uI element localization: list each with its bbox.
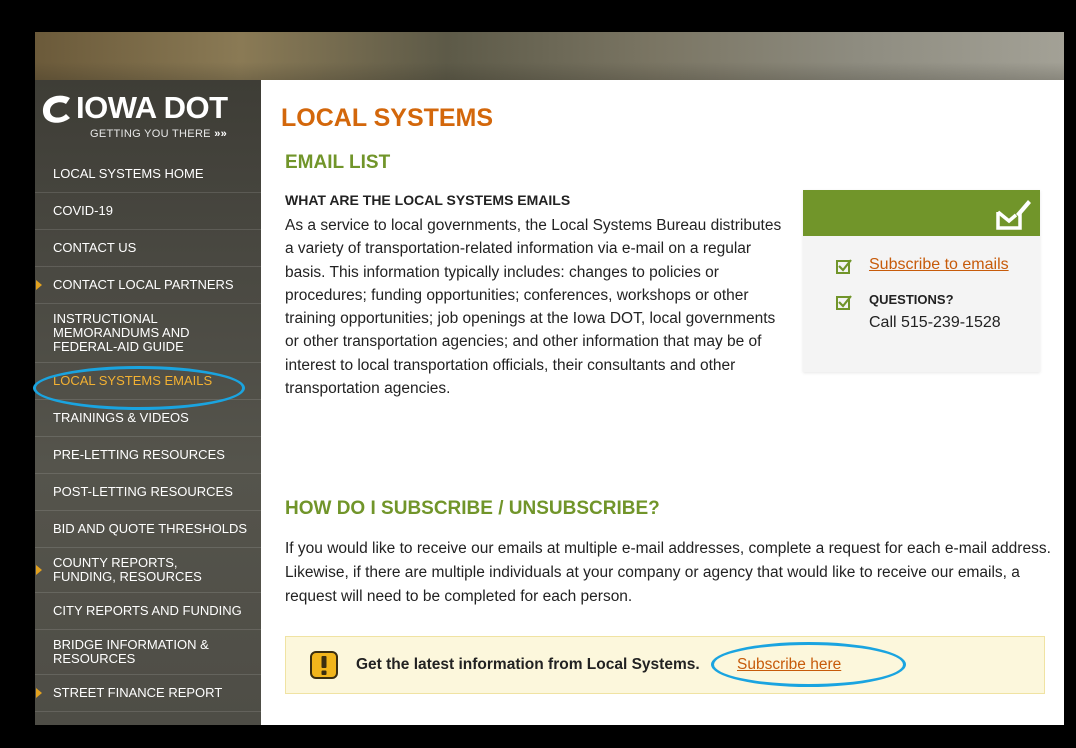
- phone-text: Call 515-239-1528: [869, 314, 1001, 331]
- subscribe-callout: Get the latest information from Local Sy…: [285, 636, 1045, 694]
- sidebar-item-contact-local-partners[interactable]: CONTACT LOCAL PARTNERS: [35, 267, 261, 304]
- logo-tagline: GETTING YOU THERE »»: [90, 128, 228, 140]
- email-edit-icon: [996, 200, 1031, 230]
- intro-paragraph: As a service to local governments, the L…: [285, 217, 782, 398]
- callout-text: Get the latest information from Local Sy…: [356, 656, 700, 673]
- iowa-dot-logo[interactable]: IOWA DOT GETTING YOU THERE »»: [40, 90, 250, 160]
- sub-heading: WHAT ARE THE LOCAL SYSTEMS EMAILS: [285, 192, 571, 208]
- page-title: LOCAL SYSTEMS: [281, 104, 494, 132]
- iowa-dot-swoosh-icon: [42, 95, 70, 123]
- sidebar-item-instructional-memorandums[interactable]: INSTRUCTIONAL MEMORANDUMS AND FEDERAL-AI…: [35, 304, 261, 363]
- sidebar-item-county-reports[interactable]: COUNTY REPORTS, FUNDING, RESOURCES: [35, 548, 261, 593]
- checkbox-checked-icon: [836, 259, 852, 274]
- card-header: [803, 190, 1040, 236]
- sidebar-item-local-systems-home[interactable]: LOCAL SYSTEMS HOME: [35, 156, 261, 193]
- sidebar-item-local-systems-emails[interactable]: LOCAL SYSTEMS EMAILS: [35, 363, 261, 400]
- questions-label: QUESTIONS?: [869, 292, 954, 307]
- expand-arrow-icon: [36, 280, 42, 290]
- expand-arrow-icon: [36, 688, 42, 698]
- sidebar-item-pre-letting-resources[interactable]: PRE-LETTING RESOURCES: [35, 437, 261, 474]
- sidebar-item-covid-19[interactable]: COVID-19: [35, 193, 261, 230]
- checkbox-checked-icon: [836, 295, 852, 310]
- sidebar-item-city-reports[interactable]: CITY REPORTS AND FUNDING: [35, 593, 261, 630]
- sidebar-item-post-letting-resources[interactable]: POST-LETTING RESOURCES: [35, 474, 261, 511]
- sidebar-item-street-finance-report[interactable]: STREET FINANCE REPORT: [35, 675, 261, 712]
- sidebar-item-contact-us[interactable]: CONTACT US: [35, 230, 261, 267]
- subscribe-heading: HOW DO I SUBSCRIBE / UNSUBSCRIBE?: [285, 498, 660, 519]
- subscribe-card: Subscribe to emails QUESTIONS? Call 515-…: [803, 190, 1040, 372]
- exclamation-icon: [310, 651, 338, 679]
- section-title: EMAIL LIST: [285, 152, 391, 173]
- subscribe-here-link[interactable]: Subscribe here: [737, 656, 841, 674]
- sidebar-item-bid-quote-thresholds[interactable]: BID AND QUOTE THRESHOLDS: [35, 511, 261, 548]
- subscribe-paragraph: If you would like to receive our emails …: [285, 540, 1051, 605]
- subscribe-to-emails-link[interactable]: Subscribe to emails: [869, 256, 1009, 274]
- sidebar-nav: LOCAL SYSTEMS HOME COVID-19 CONTACT US C…: [35, 156, 261, 712]
- sidebar-item-bridge-information[interactable]: BRIDGE INFORMATION & RESOURCES: [35, 630, 261, 675]
- expand-arrow-icon: [36, 565, 42, 575]
- sidebar: IOWA DOT GETTING YOU THERE »» LOCAL SYST…: [35, 80, 261, 725]
- main-content: LOCAL SYSTEMS EMAIL LIST WHAT ARE THE LO…: [261, 80, 1064, 725]
- sidebar-item-trainings-videos[interactable]: TRAININGS & VIDEOS: [35, 400, 261, 437]
- browser-viewport: IOWA DOT GETTING YOU THERE »» LOCAL SYST…: [35, 32, 1064, 725]
- logo-brand-text: IOWA DOT: [76, 90, 228, 125]
